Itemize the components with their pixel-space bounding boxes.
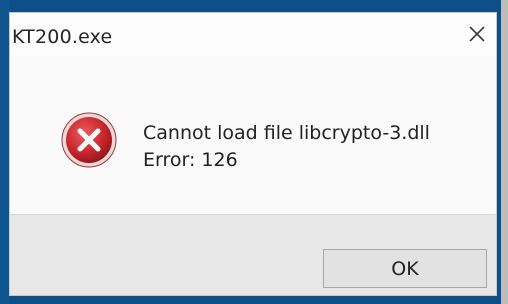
background-left-strip xyxy=(0,0,9,304)
title-bar: KT200.exe xyxy=(10,13,496,56)
window-title: KT200.exe xyxy=(12,26,113,48)
message-area: Cannot load file libcrypto-3.dll Error: … xyxy=(10,56,496,214)
background-right-strip xyxy=(501,0,508,304)
error-code: Error: 126 xyxy=(143,149,238,171)
error-icon xyxy=(61,112,117,168)
error-message: Cannot load file libcrypto-3.dll xyxy=(143,122,430,144)
error-dialog: KT200.exe Cannot load file libcrypto-3.d… xyxy=(9,12,497,296)
close-icon xyxy=(469,26,485,42)
ok-button[interactable]: OK xyxy=(323,249,487,288)
button-bar: OK xyxy=(10,214,496,295)
close-button[interactable] xyxy=(462,19,492,49)
